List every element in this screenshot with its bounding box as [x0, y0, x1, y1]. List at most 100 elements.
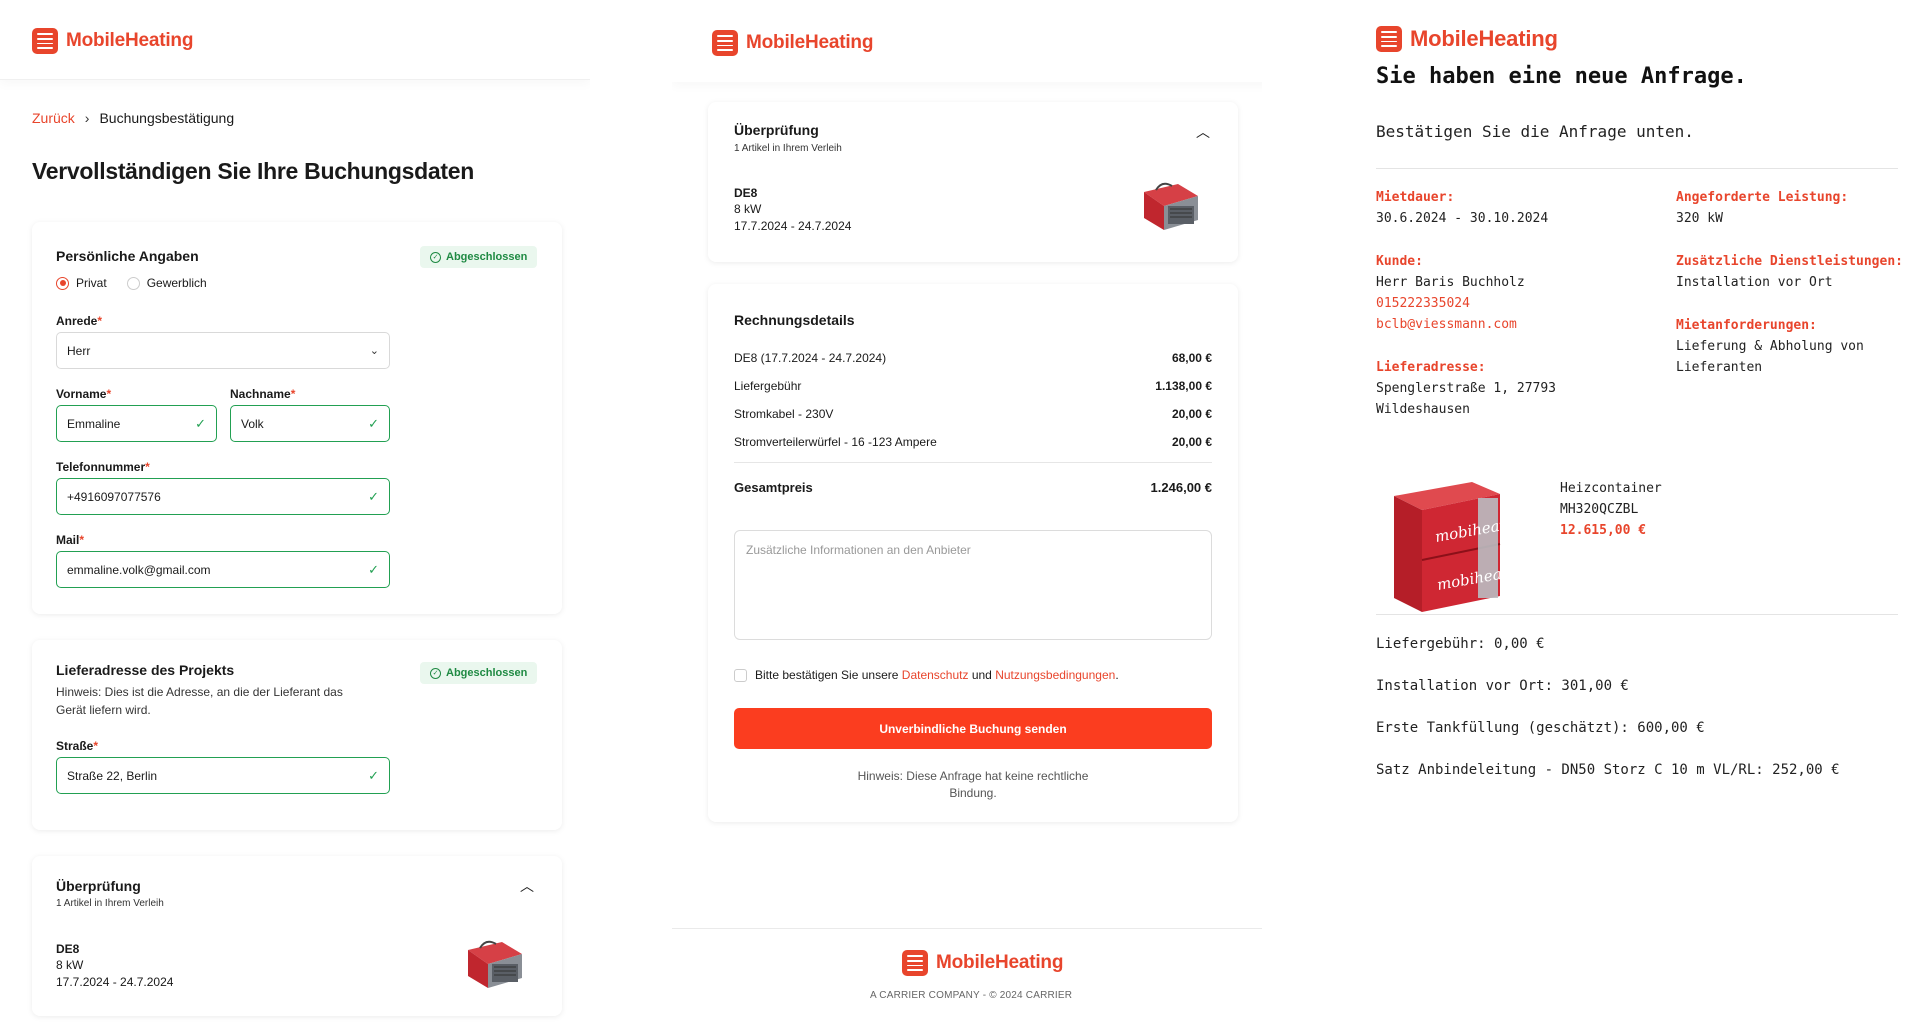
- customer-type-radio-group: Privat Gewerblich: [56, 276, 207, 290]
- header-bar: MobileHeating: [0, 0, 590, 80]
- item-dates: 17.7.2024 - 24.7.2024: [56, 975, 174, 989]
- booking-form-panel: MobileHeating Zurück › Buchungsbestätigu…: [0, 0, 590, 1024]
- request-email-panel: MobileHeating Sie haben eine neue Anfrag…: [1340, 0, 1920, 1024]
- total-row: Gesamtpreis 1.246,00 €: [734, 480, 1212, 495]
- firstname-label: Vorname*: [56, 387, 112, 401]
- chevron-down-icon: ⌄: [369, 345, 379, 357]
- back-link[interactable]: Zurück: [32, 110, 75, 126]
- rental-requirements-label: Mietanforderungen:: [1676, 318, 1817, 333]
- brand-logo[interactable]: MobileHeating: [1376, 26, 1558, 52]
- line-label: DE8 (17.7.2024 - 24.7.2024): [734, 351, 887, 365]
- customer-phone-link[interactable]: 015222335024: [1376, 293, 1525, 314]
- note-line: Hinweis: Diese Anfrage hat keine rechtli…: [857, 769, 1089, 783]
- product-price: 12.615,00 €: [1560, 523, 1647, 538]
- card-title: Lieferadresse des Projekts: [56, 662, 235, 678]
- divider: [1376, 614, 1898, 615]
- rental-requirements-value: Lieferung & Abholung von Lieferanten: [1676, 339, 1864, 375]
- fee-hose: Satz Anbindeleitung - DN50 Storz C 10 m …: [1376, 762, 1840, 778]
- check-icon: ✓: [368, 767, 379, 783]
- card-title: Persönliche Angaben: [56, 248, 199, 264]
- completed-badge: ✓ Abgeschlossen: [420, 662, 538, 684]
- product-type: Heizcontainer: [1560, 481, 1662, 496]
- street-field[interactable]: Straße 22, Berlin ✓: [56, 757, 390, 794]
- brand-name: MobileHeating: [66, 30, 194, 51]
- terms-link[interactable]: Nutzungsbedingungen: [995, 668, 1115, 682]
- radio-label: Privat: [76, 276, 107, 290]
- item-power: 8 kW: [734, 202, 762, 216]
- consent-checkbox[interactable]: [734, 668, 747, 682]
- radio-business[interactable]: Gewerblich: [126, 276, 207, 290]
- breadcrumb: Zurück › Buchungsbestätigung: [32, 110, 234, 126]
- firstname-field[interactable]: Emmaline ✓: [56, 405, 217, 442]
- brand-logo[interactable]: MobileHeating: [712, 30, 873, 56]
- customer-name: Herr Baris Buchholz: [1376, 275, 1525, 290]
- legal-note: Hinweis: Diese Anfrage hat keine rechtli…: [734, 768, 1212, 802]
- consent-text: Bitte bestätigen Sie unsere Datenschutz …: [755, 668, 1119, 682]
- divider: [734, 462, 1212, 463]
- submit-booking-button[interactable]: Unverbindliche Buchung senden: [734, 708, 1212, 749]
- booking-summary-panel: MobileHeating Überprüfung 1 Artikel in I…: [672, 0, 1262, 1024]
- delivery-address-label: Lieferadresse:: [1376, 360, 1486, 375]
- radio-private[interactable]: Privat: [56, 276, 107, 290]
- salutation-select[interactable]: Herr ⌄: [56, 332, 390, 369]
- requested-power-value: 320 kW: [1676, 211, 1723, 226]
- review-card: Überprüfung 1 Artikel in Ihrem Verleih ︿…: [708, 102, 1238, 262]
- salutation-label: Anrede*: [56, 314, 103, 328]
- rental-period-label: Mietdauer:: [1376, 190, 1455, 205]
- review-subtitle: 1 Artikel in Ihrem Verleih: [56, 898, 164, 909]
- rental-period-value: 30.6.2024 - 30.10.2024: [1376, 211, 1549, 226]
- footer-copyright: A CARRIER COMPANY - © 2024 CARRIER: [870, 990, 1073, 1001]
- input-value: Emmaline: [67, 416, 121, 431]
- radio-label: Gewerblich: [146, 276, 207, 290]
- footer-divider: [672, 928, 1262, 929]
- radio-selected-icon: [56, 276, 69, 290]
- mail-label: Mail*: [56, 533, 85, 547]
- phone-label: Telefonnummer*: [56, 460, 150, 474]
- personal-data-card: Persönliche Angaben ✓ Abgeschlossen Priv…: [32, 222, 562, 614]
- phone-field[interactable]: +4916097077576 ✓: [56, 478, 390, 515]
- input-value: Straße 22, Berlin: [67, 768, 158, 783]
- item-name: DE8: [734, 186, 758, 200]
- line-label: Stromkabel - 230V: [734, 407, 834, 421]
- line-amount: 1.138,00 €: [1155, 379, 1212, 393]
- delivery-address-value: Spenglerstraße 1, 27793 Wildeshausen: [1376, 381, 1557, 417]
- completed-badge: ✓ Abgeschlossen: [420, 246, 538, 268]
- lastname-field[interactable]: Volk ✓: [230, 405, 390, 442]
- heater-logo-icon: [902, 950, 928, 976]
- lastname-label: Nachname*: [230, 387, 296, 401]
- textarea-placeholder: Zusätzliche Informationen an den Anbiete…: [746, 543, 971, 557]
- check-icon: ✓: [368, 488, 379, 504]
- check-icon: ✓: [195, 415, 206, 431]
- chevron-up-icon[interactable]: ︿: [520, 876, 534, 896]
- fee-delivery: Liefergebühr: 0,00 €: [1376, 636, 1545, 652]
- review-card: Überprüfung 1 Artikel in Ihrem Verleih ︿…: [32, 856, 562, 1016]
- item-power: 8 kW: [56, 958, 84, 972]
- chevron-up-icon[interactable]: ︿: [1196, 122, 1210, 142]
- check-circle-icon: ✓: [430, 667, 441, 679]
- invoice-line: Stromkabel - 230V 20,00 €: [734, 407, 1212, 421]
- mail-field[interactable]: emmaline.volk@gmail.com ✓: [56, 551, 390, 588]
- input-value: Volk: [241, 416, 264, 431]
- invoice-card: Rechnungsdetails DE8 (17.7.2024 - 24.7.2…: [708, 284, 1238, 822]
- customer-label: Kunde:: [1376, 254, 1423, 269]
- extra-services-label: Zusätzliche Dienstleistungen:: [1676, 254, 1903, 269]
- brand-name: MobileHeating: [746, 32, 874, 53]
- line-amount: 20,00 €: [1171, 407, 1212, 421]
- provider-notes-textarea[interactable]: Zusätzliche Informationen an den Anbiete…: [734, 530, 1212, 640]
- brand-logo[interactable]: MobileHeating: [32, 28, 193, 54]
- email-title: Sie haben eine neue Anfrage.: [1376, 64, 1747, 89]
- breadcrumb-current: Buchungsbestätigung: [99, 110, 235, 126]
- heating-container-image: mobiheat mobiheat: [1394, 482, 1510, 612]
- privacy-link[interactable]: Datenschutz: [902, 668, 969, 682]
- brand-name: MobileHeating: [936, 952, 1064, 973]
- invoice-line: Stromverteilerwürfel - 16 -123 Ampere 20…: [734, 435, 1212, 449]
- footer-brand-logo[interactable]: MobileHeating: [902, 950, 1063, 976]
- check-icon: ✓: [368, 415, 379, 431]
- product-info: Heizcontainer MH320QCZBL 12.615,00 €: [1560, 478, 1662, 541]
- customer-details: Herr Baris Buchholz 015222335024 bclb@vi…: [1376, 272, 1525, 335]
- radio-empty-icon: [126, 276, 140, 290]
- heater-logo-icon: [1376, 26, 1402, 52]
- invoice-line: DE8 (17.7.2024 - 24.7.2024) 68,00 €: [734, 351, 1212, 365]
- item-name: DE8: [56, 942, 80, 956]
- customer-email-link[interactable]: bclb@viessmann.com: [1376, 314, 1525, 335]
